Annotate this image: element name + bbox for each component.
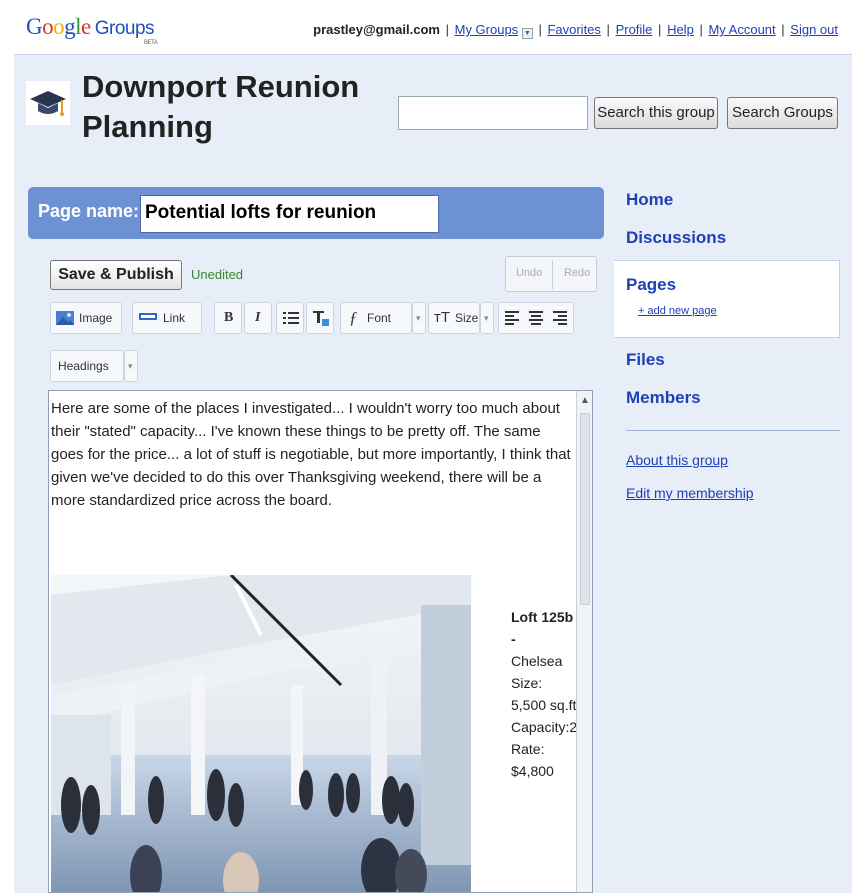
image-label: Image	[79, 311, 113, 325]
text-color-button[interactable]	[306, 302, 334, 334]
redo-button[interactable]: Redo	[564, 267, 590, 279]
my-groups-dropdown-icon[interactable]: ▼	[521, 28, 533, 39]
headings-dropdown[interactable]: ▾	[124, 350, 138, 382]
group-title: Downport Reunion Planning	[82, 67, 359, 147]
group-header: Downport Reunion Planning Search this gr…	[14, 54, 852, 172]
page-editor-panel: Page name: Potential lofts for reunion S…	[14, 172, 614, 893]
headings-button[interactable]: Headings	[50, 350, 124, 382]
nav-home[interactable]: Home	[626, 190, 673, 210]
link-separator: |	[538, 22, 542, 37]
edit-membership-link[interactable]: Edit my membership	[626, 485, 754, 501]
italic-icon: I	[255, 310, 261, 325]
group-title-line: Planning	[82, 109, 213, 144]
link-separator: |	[445, 22, 449, 37]
nav-pages-selected: Pages + add new page	[614, 260, 840, 338]
page-name-input[interactable]: Potential lofts for reunion	[140, 195, 439, 233]
font-size-icon: тT	[434, 309, 451, 326]
help-link[interactable]: Help	[667, 22, 694, 37]
search-this-group-button[interactable]: Search this group	[594, 97, 718, 129]
logo-letter: g	[64, 14, 76, 39]
nav-files[interactable]: Files	[626, 350, 665, 370]
my-groups-link[interactable]: My Groups	[455, 22, 519, 37]
edit-status: Unedited	[191, 267, 244, 282]
chevron-down-icon: ▾	[128, 361, 133, 371]
loft-photo[interactable]	[51, 575, 471, 892]
loft-capacity: Capacity:285	[511, 719, 593, 735]
loft-rate: Rate: $4,800	[511, 741, 554, 779]
font-button[interactable]: ƒ Font	[340, 302, 412, 334]
link-separator: |	[606, 22, 610, 37]
link-separator: |	[781, 22, 785, 37]
logo-groups-word: Groups	[94, 18, 155, 39]
logo-letter: e	[81, 14, 91, 39]
link-label: Link	[163, 311, 186, 325]
bold-icon: B	[224, 310, 234, 325]
loft-location: Chelsea	[511, 653, 563, 669]
font-icon: ƒ	[349, 308, 358, 327]
logo-letter: o	[53, 14, 65, 39]
about-group-link[interactable]: About this group	[626, 452, 728, 468]
align-center-icon[interactable]	[529, 311, 543, 325]
italic-button[interactable]: I	[244, 302, 272, 334]
editor-body-text[interactable]: Here are some of the places I investigat…	[51, 397, 571, 512]
loft-size: Size: 5,500 sq.ft.	[511, 675, 581, 713]
bulleted-list-icon	[283, 312, 299, 324]
link-separator: |	[699, 22, 703, 37]
rich-text-editor[interactable]: Here are some of the places I investigat…	[48, 390, 593, 893]
logo-letter: o	[42, 14, 54, 39]
nav-members[interactable]: Members	[626, 388, 701, 408]
scroll-up-icon[interactable]: ▲	[579, 395, 591, 407]
user-email: prastley@gmail.com	[313, 22, 440, 37]
undo-button[interactable]: Undo	[516, 267, 542, 279]
align-right-icon[interactable]	[553, 311, 567, 325]
insert-image-button[interactable]: Image	[50, 302, 122, 334]
chevron-down-icon: ▾	[484, 313, 489, 323]
headings-label: Headings	[58, 359, 109, 373]
scroll-thumb[interactable]	[580, 413, 590, 605]
sidebar-divider	[626, 430, 840, 431]
image-icon	[56, 311, 74, 325]
nav-pages[interactable]: Pages	[626, 275, 676, 295]
size-button[interactable]: тT Size	[428, 302, 480, 334]
profile-link[interactable]: Profile	[616, 22, 653, 37]
editor-scrollbar[interactable]: ▲	[576, 391, 592, 892]
bulleted-list-button[interactable]	[276, 302, 304, 334]
bold-button[interactable]: B	[214, 302, 242, 334]
add-new-page-link[interactable]: + add new page	[638, 305, 717, 317]
font-label: Font	[367, 311, 392, 325]
alignment-buttons[interactable]	[498, 302, 574, 334]
my-account-link[interactable]: My Account	[708, 22, 775, 37]
divider	[552, 261, 553, 289]
search-input[interactable]	[398, 96, 588, 130]
undo-redo-group: Undo Redo	[505, 256, 597, 292]
page-name-label: Page name:	[38, 201, 140, 221]
nav-discussions[interactable]: Discussions	[626, 228, 726, 248]
group-sidebar: Home Discussions Pages + add new page Fi…	[614, 172, 852, 893]
sign-out-link[interactable]: Sign out	[790, 22, 838, 37]
loft-caption: Loft 125b - Chelsea Size: 5,500 sq.ft. C…	[511, 606, 593, 782]
graduation-cap-icon	[26, 81, 70, 125]
logo-letter: G	[26, 14, 43, 39]
align-left-icon[interactable]	[505, 311, 519, 325]
size-dropdown[interactable]: ▾	[480, 302, 494, 334]
top-bar: Google Groups BETA prastley@gmail.com | M…	[0, 0, 852, 54]
link-separator: |	[658, 22, 662, 37]
group-title-line: Downport Reunion	[82, 69, 360, 104]
font-dropdown[interactable]: ▾	[412, 302, 426, 334]
save-publish-button[interactable]: Save & Publish	[50, 260, 182, 290]
chevron-down-icon: ▾	[416, 313, 421, 323]
search-groups-button[interactable]: Search Groups	[727, 97, 838, 129]
insert-link-button[interactable]: Link	[132, 302, 202, 334]
text-color-icon	[313, 311, 329, 326]
user-links: prastley@gmail.com | My Groups ▼ | Favor…	[313, 22, 838, 39]
logo-beta-tag: BETA	[144, 40, 158, 46]
size-label: Size	[455, 311, 479, 325]
loft-title: Loft 125b -	[511, 609, 574, 647]
favorites-link[interactable]: Favorites	[547, 22, 600, 37]
page-name-bar: Page name: Potential lofts for reunion	[28, 187, 604, 239]
google-groups-logo[interactable]: Google Groups BETA	[26, 14, 158, 46]
link-icon	[139, 313, 157, 320]
